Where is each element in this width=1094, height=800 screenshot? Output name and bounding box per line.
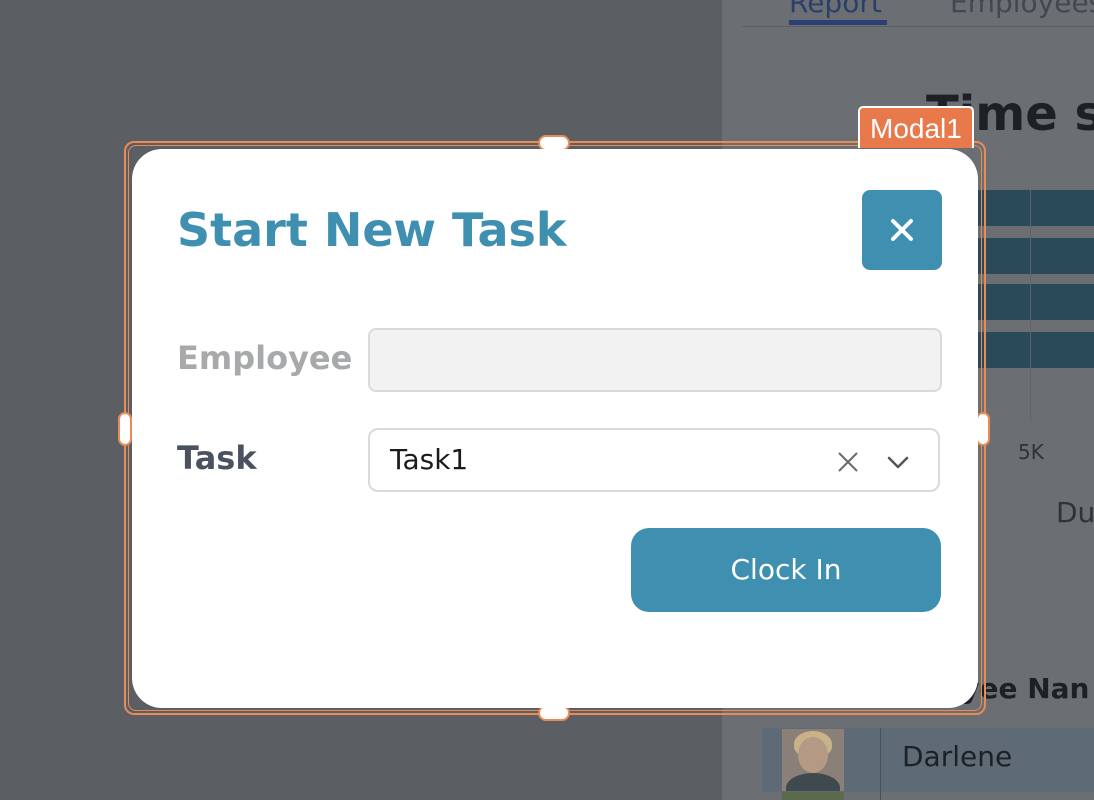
resize-handle-right[interactable]	[976, 412, 990, 446]
table-cell-divider	[880, 728, 881, 800]
tab-divider	[742, 26, 1094, 27]
modal-title: Start New Task	[177, 203, 567, 257]
table-cell-name: Darlene	[902, 740, 1013, 773]
task-select[interactable]: Task1	[368, 428, 940, 492]
start-task-modal: Start New Task Employee Task Task1 Clock…	[132, 149, 978, 708]
clock-in-button[interactable]: Clock In	[631, 528, 941, 612]
close-icon	[891, 219, 913, 241]
close-button[interactable]	[862, 190, 942, 270]
clear-icon[interactable]	[836, 450, 860, 474]
chart-tick-label: 5K	[1018, 440, 1044, 464]
chevron-down-icon[interactable]	[886, 450, 910, 474]
active-tab-underline	[789, 20, 887, 25]
employee-input[interactable]	[368, 328, 942, 392]
tab-report: Report	[789, 0, 882, 19]
chart-axis-label: Du	[1056, 496, 1094, 529]
avatar	[782, 792, 844, 800]
employee-label: Employee	[177, 339, 353, 377]
avatar	[782, 729, 844, 791]
tab-employees: Employees	[950, 0, 1094, 19]
resize-handle-left[interactable]	[118, 412, 132, 446]
chart-gridline	[1030, 190, 1031, 420]
task-label: Task	[177, 439, 257, 477]
task-selected-value: Task1	[390, 443, 469, 476]
selection-label[interactable]: Modal1	[858, 106, 974, 148]
